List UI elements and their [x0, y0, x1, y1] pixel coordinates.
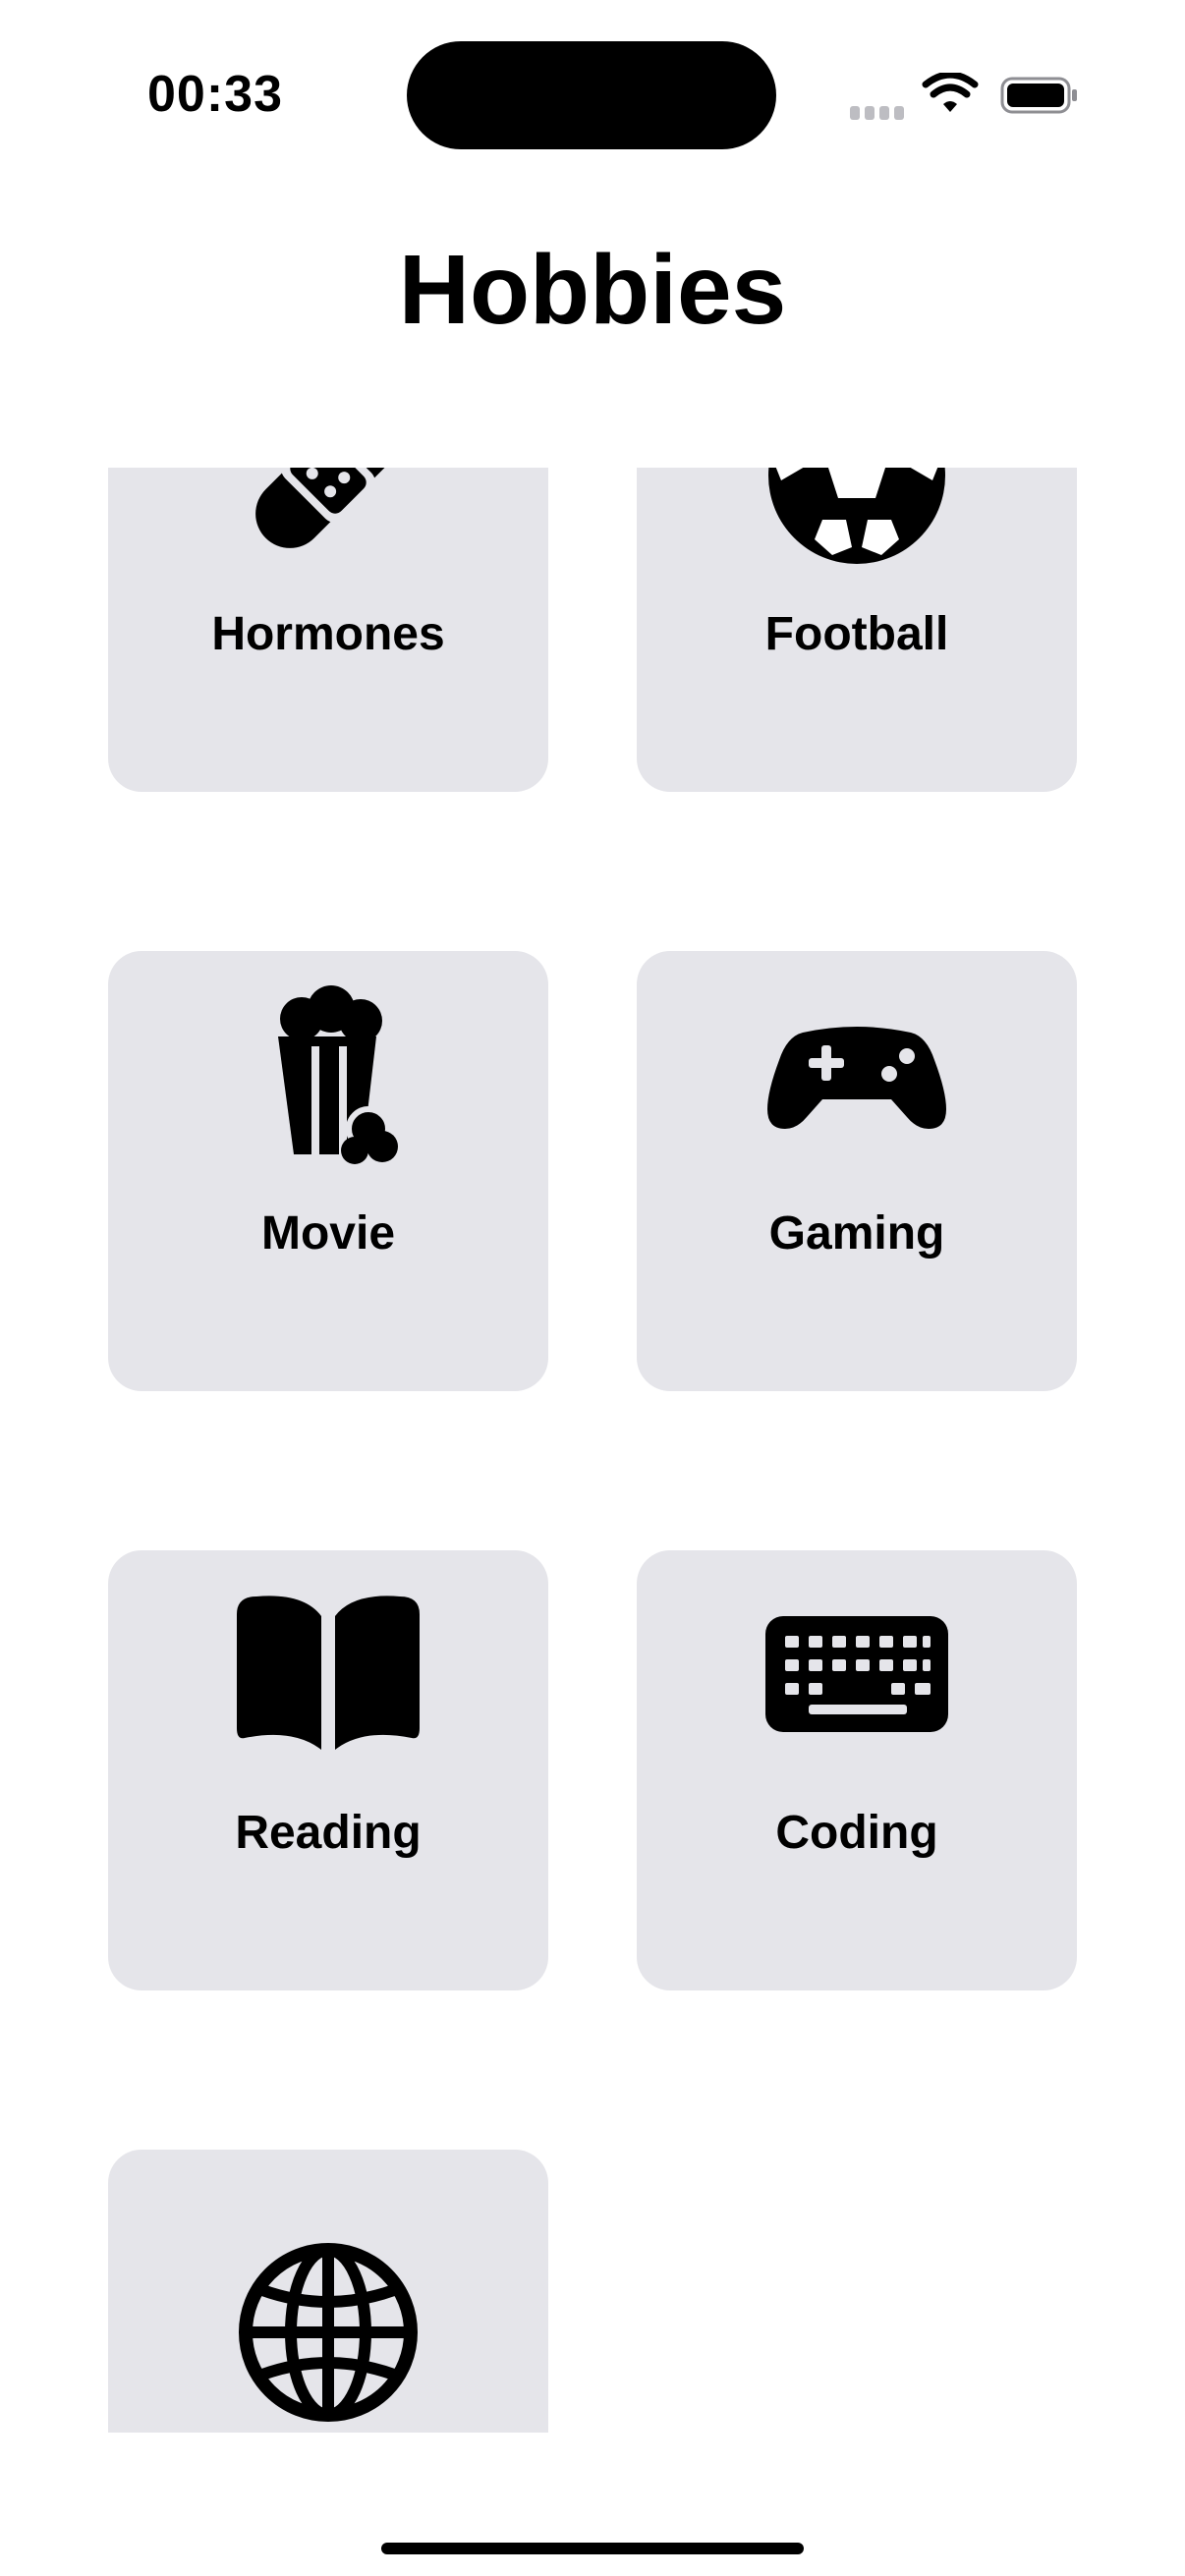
- hobby-card-globe[interactable]: [108, 2150, 548, 2433]
- page-title: Hobbies: [398, 235, 787, 345]
- gamecontroller-icon: [767, 1027, 946, 1129]
- bandage-icon: [255, 468, 401, 548]
- hobby-card-coding[interactable]: Coding: [637, 1550, 1077, 1990]
- cellular-signal-icon: [850, 102, 909, 120]
- hobby-card-movie[interactable]: Movie: [108, 951, 548, 1391]
- hobby-label: Coding: [775, 1807, 938, 1859]
- hobby-label: Football: [764, 608, 949, 660]
- book-icon: [237, 1596, 420, 1750]
- popcorn-icon: [278, 985, 398, 1164]
- hobby-label: Movie: [260, 1207, 396, 1260]
- hobby-label: Reading: [235, 1807, 422, 1859]
- wifi-icon: [922, 73, 979, 112]
- battery-icon: [1000, 77, 1077, 114]
- hobby-card-football[interactable]: Football: [637, 468, 1077, 792]
- dynamic-island: [407, 41, 776, 149]
- soccer-ball-icon: [768, 468, 945, 564]
- globe-icon: [239, 2243, 418, 2422]
- hobby-card-hormones[interactable]: Hormones: [108, 468, 548, 792]
- hobbies-grid: Hormones Football Movie Gaming Reading C…: [0, 468, 1185, 2433]
- hobby-card-reading[interactable]: Reading: [108, 1550, 548, 1990]
- keyboard-icon: [765, 1616, 948, 1732]
- hobby-card-gaming[interactable]: Gaming: [637, 951, 1077, 1391]
- home-indicator[interactable]: [381, 2543, 804, 2554]
- status-time: 00:33: [147, 66, 283, 123]
- hobby-label: Gaming: [768, 1207, 945, 1260]
- hobby-label: Hormones: [211, 608, 445, 660]
